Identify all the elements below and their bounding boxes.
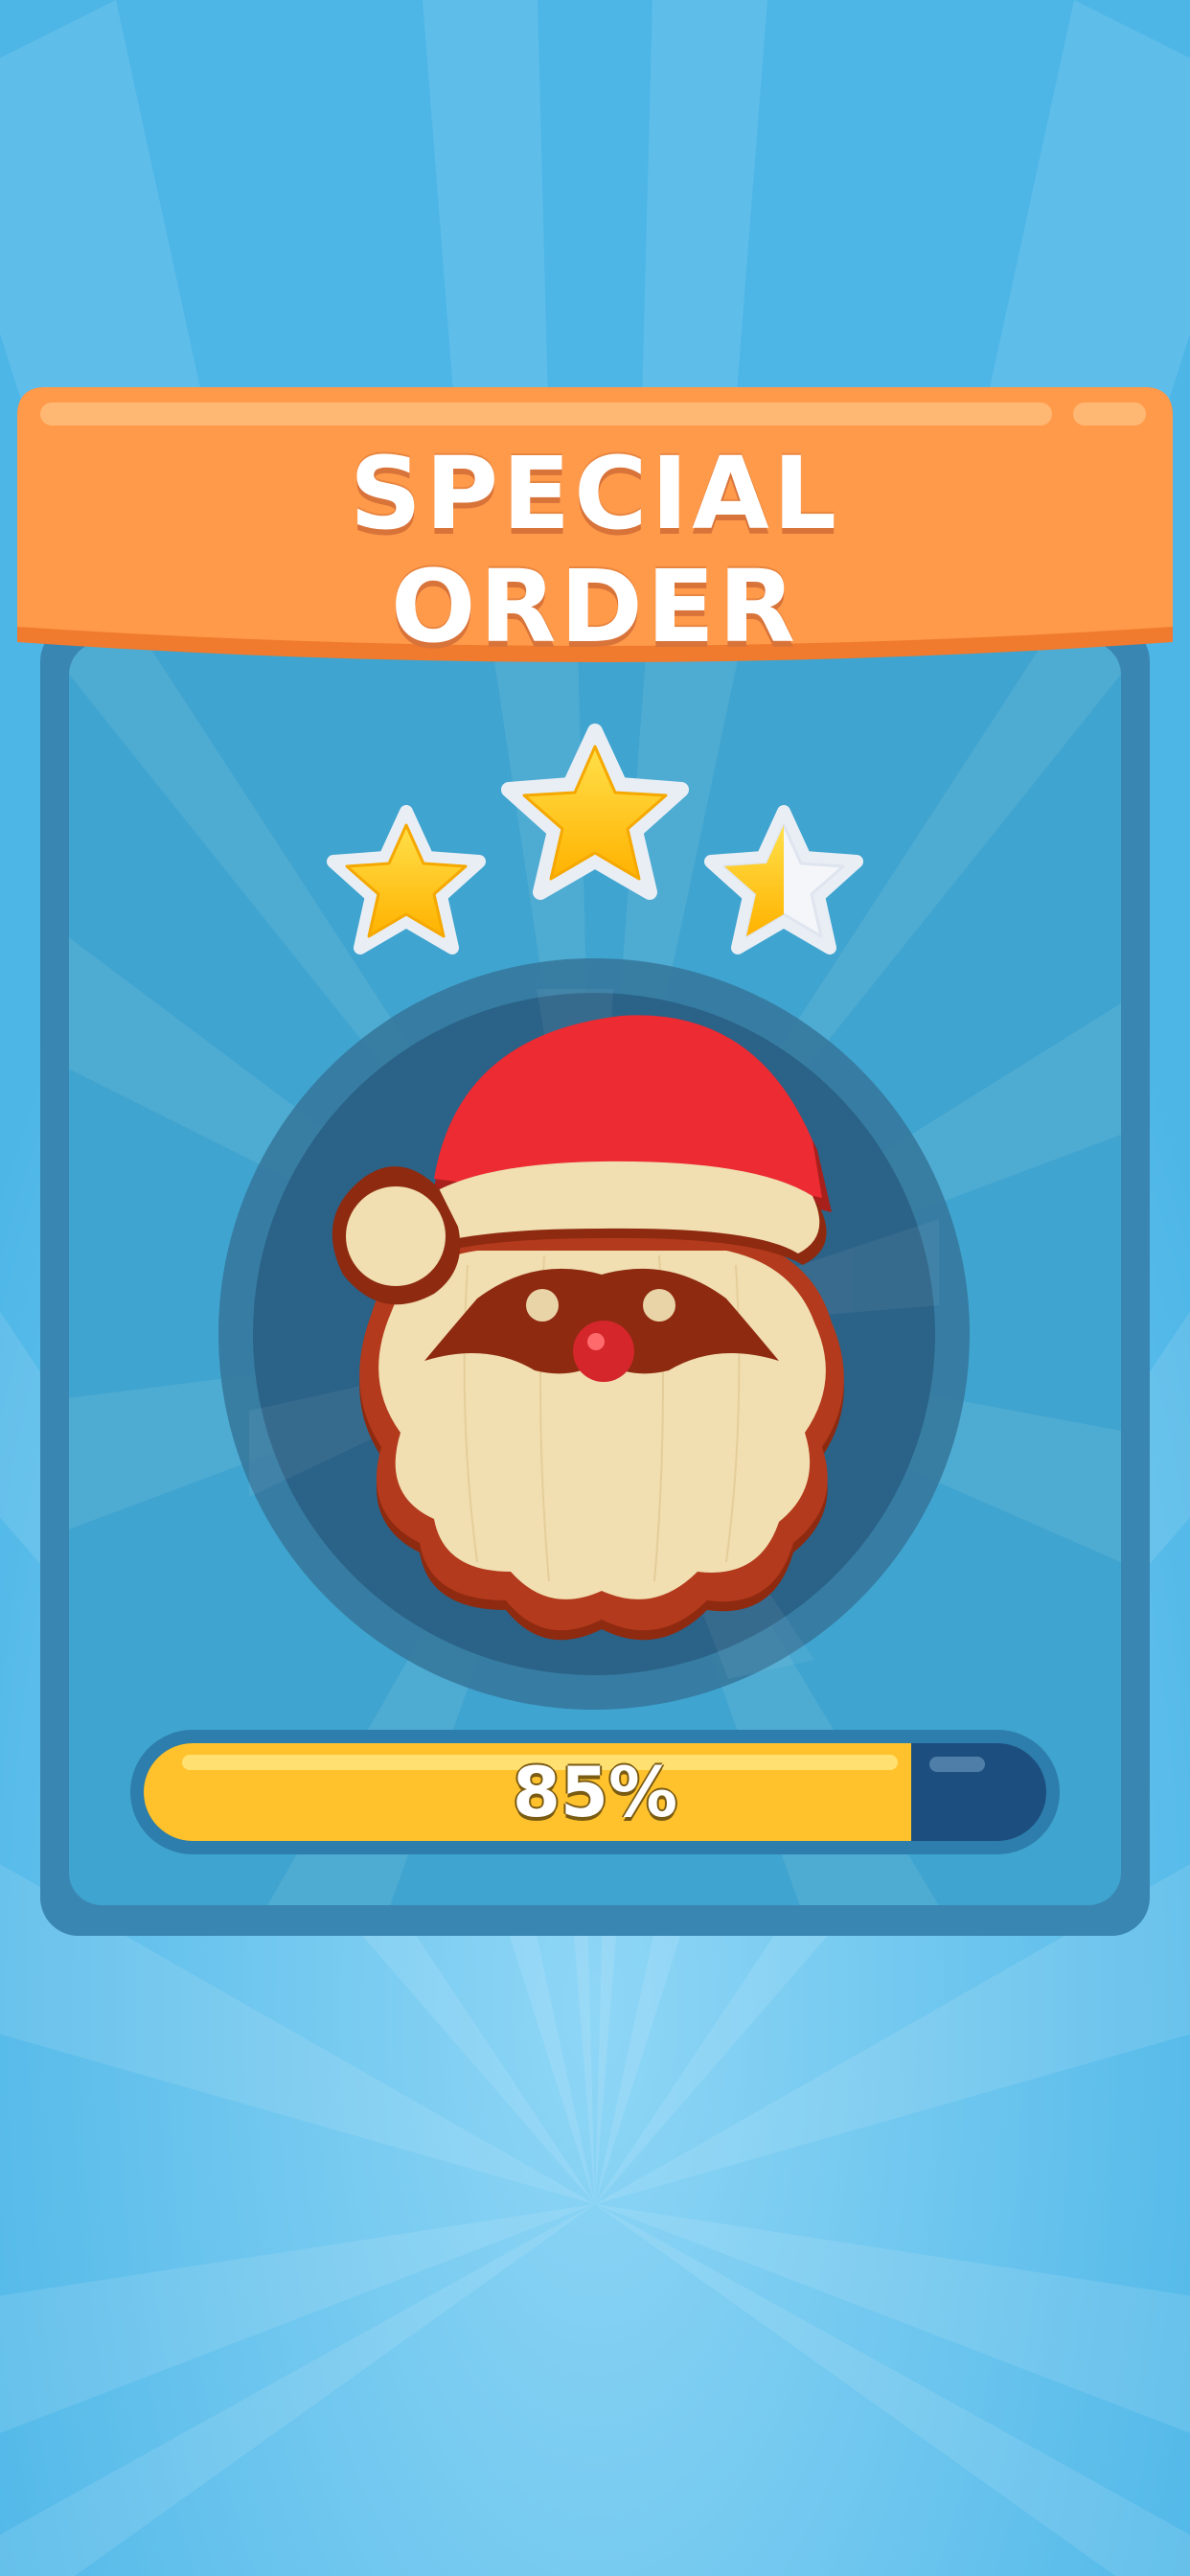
star-3-half-icon — [704, 805, 863, 954]
santa-cookie-icon — [218, 958, 970, 1710]
order-progress-bar: 85% — [130, 1730, 1060, 1854]
star-2-icon — [501, 724, 689, 900]
progress-track: 85% — [144, 1743, 1046, 1841]
star-rating — [327, 724, 863, 954]
progress-label: 85% — [512, 1752, 678, 1832]
star-1-icon — [327, 805, 486, 954]
